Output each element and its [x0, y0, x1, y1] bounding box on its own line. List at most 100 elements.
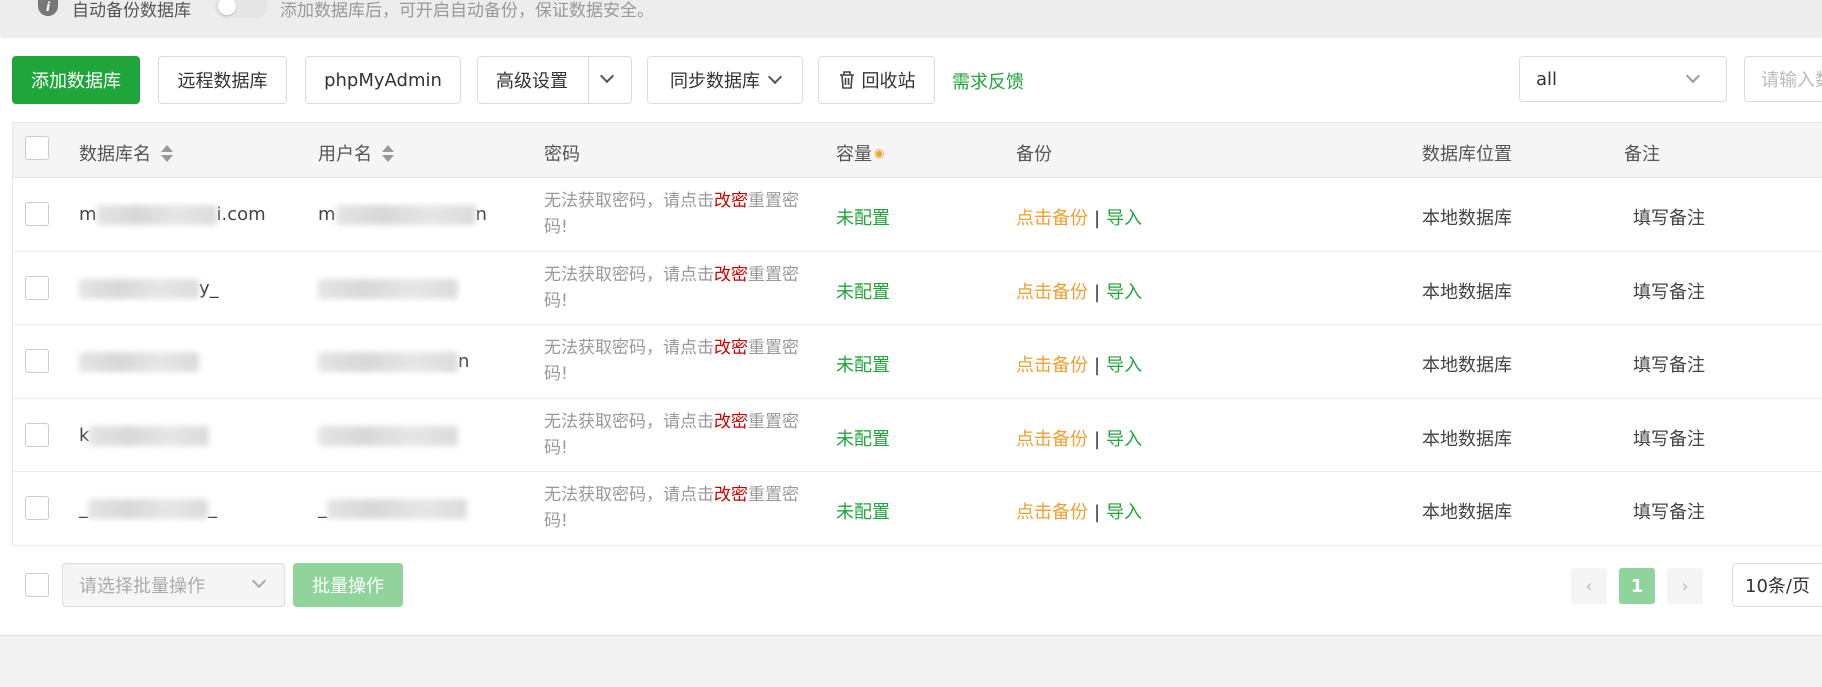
auto-backup-toggle[interactable]: [214, 0, 268, 18]
sync-database-label: 同步数据库: [670, 71, 760, 92]
row-checkbox[interactable]: [25, 422, 49, 447]
phpmyadmin-button[interactable]: phpMyAdmin: [305, 56, 461, 104]
table-header: 数据库名 用户名 密码 容量 ◉ 备份 数据库位置 备注: [12, 122, 1822, 178]
import-link[interactable]: 导入: [1106, 429, 1142, 450]
db-name-suffix: y_: [199, 277, 219, 299]
database-panel: 添加数据库 远程数据库 phpMyAdmin 高级设置 同步数据库 回收站 需求…: [0, 38, 1822, 636]
db-location: 本地数据库: [1422, 208, 1512, 229]
sort-icon[interactable]: [161, 144, 173, 162]
redacted-blur: [335, 205, 476, 225]
row-checkbox[interactable]: [25, 349, 49, 373]
select-all-checkbox[interactable]: [25, 136, 49, 160]
db-user-suffix: n: [475, 204, 487, 225]
backup-cell: 点击备份 | 导入: [1016, 498, 1142, 524]
advanced-settings-button[interactable]: 高级设置: [477, 56, 632, 104]
type-filter-select[interactable]: all: [1519, 56, 1727, 102]
backup-cell: 点击备份 | 导入: [1016, 425, 1142, 451]
footer-select-all-checkbox[interactable]: [25, 573, 49, 597]
remark-input[interactable]: 填写备注: [1633, 351, 1705, 377]
db-user-cell: n: [318, 351, 469, 372]
backup-link[interactable]: 点击备份: [1016, 282, 1088, 303]
backup-link[interactable]: 点击备份: [1016, 208, 1088, 229]
auto-backup-tip: 添加数据库后，可开启自动备份，保证数据安全。: [280, 1, 654, 21]
prev-page-button[interactable]: ‹: [1571, 568, 1607, 604]
backup-link[interactable]: 点击备份: [1016, 429, 1088, 450]
db-location: 本地数据库: [1422, 281, 1512, 303]
password-cell: 无法获取密码，请点击改密重置密码!: [544, 335, 814, 387]
split-divider: [588, 57, 589, 103]
change-password-link[interactable]: 改密: [714, 191, 748, 211]
redacted-blur: [318, 425, 458, 446]
capacity-config-link[interactable]: 未配置: [836, 204, 890, 230]
phpmyadmin-label: phpMyAdmin: [324, 69, 442, 91]
sync-database-button[interactable]: 同步数据库: [647, 56, 803, 104]
column-name-label: 数据库名: [79, 144, 151, 165]
search-input[interactable]: 请输入数: [1744, 56, 1822, 102]
add-database-button[interactable]: 添加数据库: [12, 56, 140, 104]
info-icon: i: [38, 0, 58, 16]
redacted-blur: [327, 499, 467, 519]
backup-link[interactable]: 点击备份: [1016, 502, 1088, 523]
table-body: m i.com m n 无法获取密码，请点击改密重置密码! 未配置 点击备份 | 导入 …: [12, 178, 1822, 546]
db-name-cell: y_: [79, 278, 219, 299]
chevron-down-icon: [251, 573, 267, 589]
db-user-cell: [318, 278, 458, 299]
row-checkbox[interactable]: [25, 275, 49, 300]
import-link[interactable]: 导入: [1106, 355, 1142, 376]
column-user[interactable]: 用户名: [318, 140, 394, 166]
db-name-cell: m i.com: [79, 204, 266, 225]
password-message: 无法获取密码，请点击: [544, 411, 714, 432]
password-message: 无法获取密码，请点击: [544, 264, 714, 285]
change-password-link[interactable]: 改密: [714, 338, 748, 358]
password-message: 无法获取密码，请点击: [544, 485, 714, 505]
capacity-config-link[interactable]: 未配置: [836, 498, 890, 524]
chevron-down-icon[interactable]: [599, 68, 615, 84]
row-checkbox[interactable]: [25, 496, 49, 520]
advanced-settings-label: 高级设置: [496, 71, 568, 92]
password-cell: 无法获取密码，请点击改密重置密码!: [544, 188, 814, 240]
search-placeholder: 请输入数: [1761, 70, 1822, 91]
redacted-blur: [89, 425, 210, 446]
db-user-cell: _: [318, 498, 467, 519]
import-link[interactable]: 导入: [1106, 282, 1142, 303]
password-message: 无法获取密码，请点击: [544, 338, 714, 358]
remote-database-button[interactable]: 远程数据库: [158, 56, 287, 104]
change-password-link[interactable]: 改密: [714, 265, 748, 285]
remark-input[interactable]: 填写备注: [1633, 278, 1705, 304]
chevron-down-icon: [767, 69, 783, 85]
next-page-button[interactable]: ›: [1667, 568, 1703, 604]
import-link[interactable]: 导入: [1106, 208, 1142, 229]
batch-operation-button[interactable]: 批量操作: [293, 563, 403, 607]
batch-operation-select[interactable]: 请选择批量操作: [62, 563, 285, 607]
change-password-link[interactable]: 改密: [714, 412, 748, 432]
db-user-cell: [318, 425, 458, 446]
db-user-visible: m: [318, 204, 336, 225]
sort-icon[interactable]: [382, 144, 394, 162]
remark-input[interactable]: 填写备注: [1633, 204, 1705, 230]
remark-input[interactable]: 填写备注: [1633, 425, 1705, 451]
auto-backup-notice: i 自动备份数据库 添加数据库后，可开启自动备份，保证数据安全。: [0, 0, 1822, 38]
feedback-link[interactable]: 需求反馈: [952, 68, 1024, 94]
import-link[interactable]: 导入: [1106, 502, 1142, 523]
capacity-config-link[interactable]: 未配置: [836, 278, 890, 304]
column-name[interactable]: 数据库名: [79, 140, 173, 166]
capacity-config-link[interactable]: 未配置: [836, 425, 890, 451]
db-name-suffix: _: [208, 498, 217, 519]
eye-icon[interactable]: ◉: [874, 146, 884, 160]
table-row: n 无法获取密码，请点击改密重置密码! 未配置 点击备份 | 导入 本地数据库 填写…: [12, 325, 1822, 399]
backup-link[interactable]: 点击备份: [1016, 355, 1088, 376]
remark-input[interactable]: 填写备注: [1633, 498, 1705, 524]
page-size-select[interactable]: 10条/页: [1732, 563, 1822, 607]
recycle-bin-button[interactable]: 回收站: [818, 56, 935, 104]
page-number[interactable]: 1: [1619, 568, 1655, 604]
column-capacity: 容量 ◉: [836, 140, 884, 166]
table-footer: 请选择批量操作 批量操作 ‹ 1 › 10条/页: [0, 563, 1822, 623]
db-name-visible: _: [79, 498, 88, 519]
change-password-link[interactable]: 改密: [714, 485, 748, 505]
separator: |: [1094, 208, 1101, 229]
db-name-cell: _ _: [79, 498, 217, 519]
capacity-config-link[interactable]: 未配置: [836, 351, 890, 377]
row-checkbox[interactable]: [25, 202, 49, 226]
db-location: 本地数据库: [1422, 428, 1512, 450]
separator: |: [1094, 502, 1101, 523]
